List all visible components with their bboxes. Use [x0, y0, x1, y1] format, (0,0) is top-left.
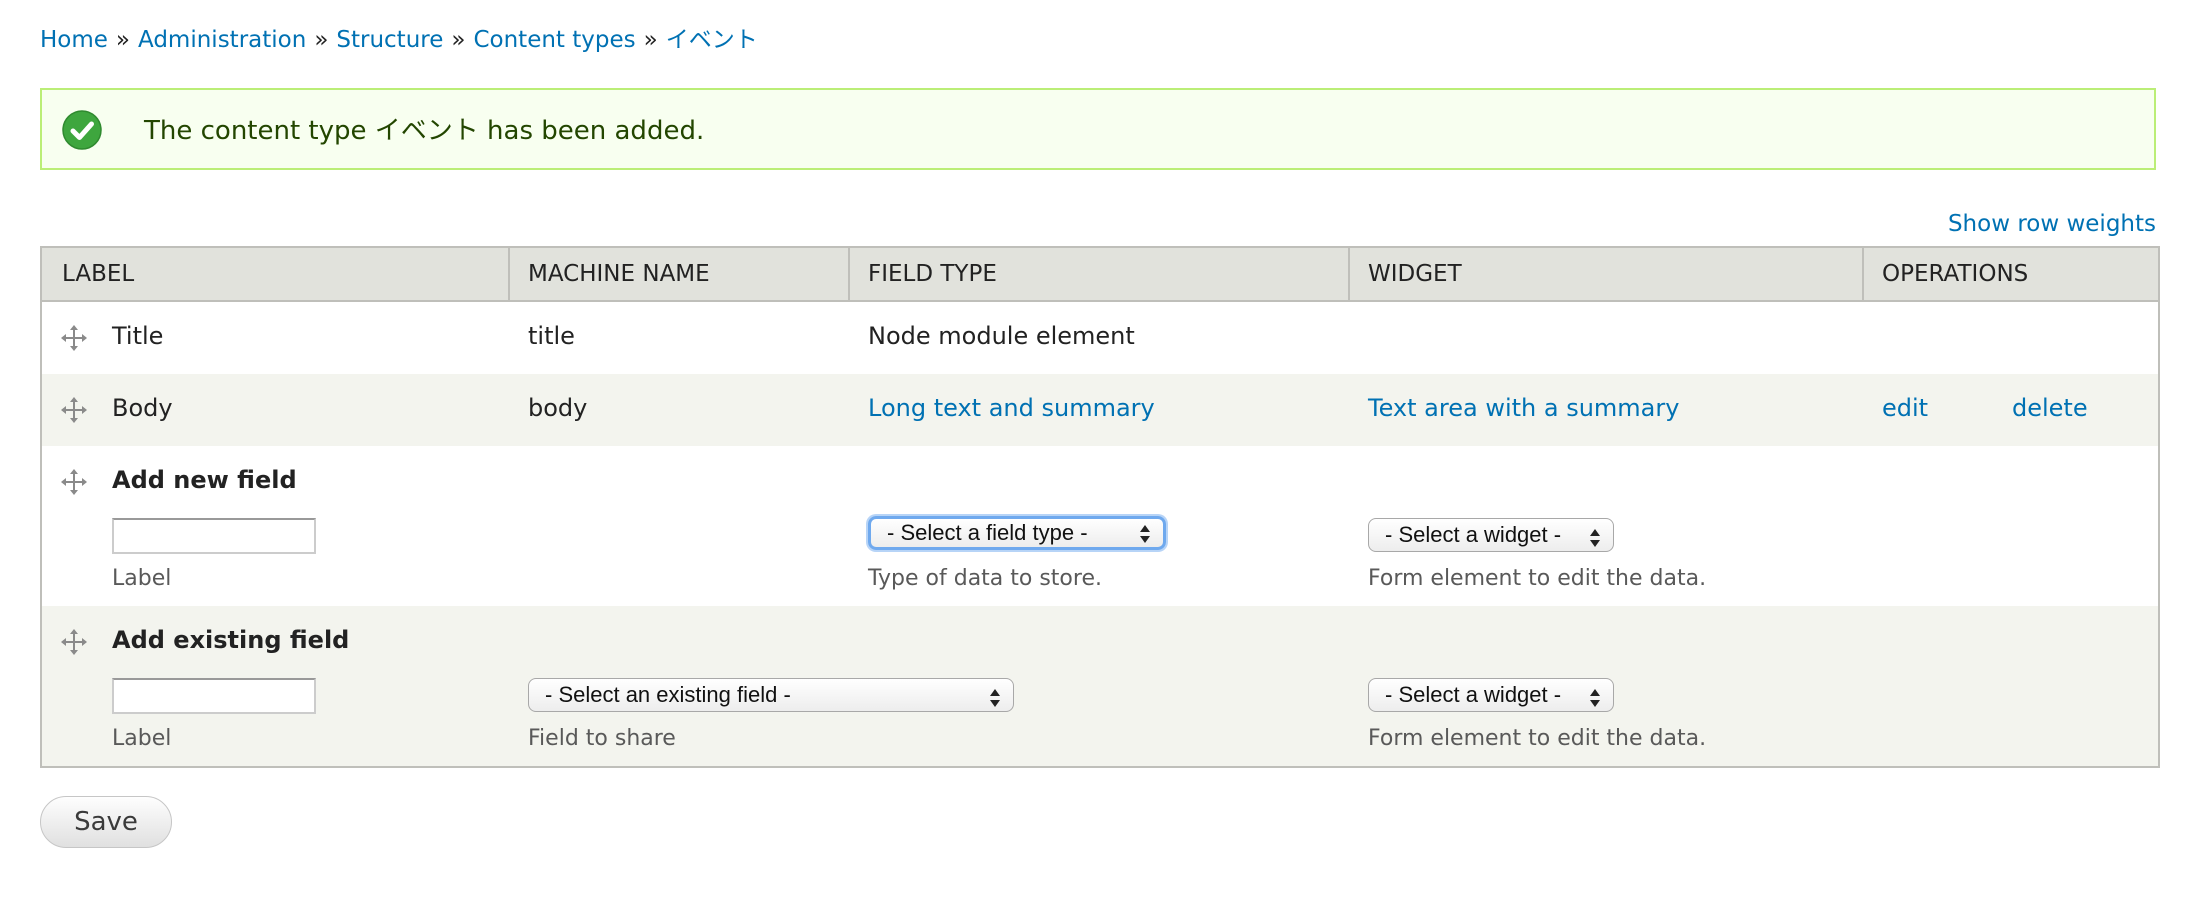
select-arrows-icon	[1589, 685, 1601, 707]
existing-field-label-input[interactable]	[112, 678, 316, 714]
header-widget: WIDGET	[1368, 261, 1462, 287]
row-machine-name: title	[528, 322, 575, 350]
row-machine-name: body	[528, 394, 588, 422]
row-label: Body	[112, 394, 173, 422]
existing-field-widget-select[interactable]: - Select a widget -	[1368, 678, 1614, 712]
column-divider	[508, 248, 510, 300]
drag-handle-icon[interactable]	[60, 396, 88, 424]
select-arrows-icon	[1589, 525, 1601, 547]
table-header: LABEL MACHINE NAME FIELD TYPE WIDGET OPE…	[42, 248, 2158, 302]
drag-handle-icon[interactable]	[60, 324, 88, 352]
status-message: The content type イベント has been added.	[40, 88, 2156, 170]
existing-field-select[interactable]: - Select an existing field -	[528, 678, 1014, 712]
breadcrumb-structure[interactable]: Structure	[336, 27, 443, 53]
row-label: Title	[112, 322, 164, 350]
check-circle-icon	[62, 110, 102, 150]
table-row: Body body Long text and summary Text are…	[42, 374, 2158, 446]
breadcrumb-content-types[interactable]: Content types	[473, 27, 635, 53]
save-button[interactable]: Save	[40, 796, 172, 848]
widget-select-value: - Select a widget -	[1385, 522, 1562, 547]
row-field-type: Node module element	[868, 322, 1135, 350]
fields-table: LABEL MACHINE NAME FIELD TYPE WIDGET OPE…	[40, 246, 2160, 768]
widget-link[interactable]: Text area with a summary	[1368, 392, 1679, 424]
existing-field-description: Field to share	[528, 726, 676, 751]
column-divider	[1348, 248, 1350, 300]
add-new-field-row: Add new field Label - Select a field typ…	[42, 446, 2158, 606]
add-existing-field-row: Add existing field Label - Select an exi…	[42, 606, 2158, 766]
new-field-label-description: Label	[112, 566, 172, 591]
status-message-text: The content type イベント has been added.	[144, 116, 705, 146]
header-field-type: FIELD TYPE	[868, 261, 997, 287]
header-machine-name: MACHINE NAME	[528, 261, 710, 287]
show-row-weights-link[interactable]: Show row weights	[1948, 208, 2156, 240]
existing-field-widget-description: Form element to edit the data.	[1368, 726, 1707, 751]
field-type-select-value: - Select a field type -	[887, 520, 1088, 545]
field-type-link[interactable]: Long text and summary	[868, 392, 1155, 424]
header-label: LABEL	[62, 261, 135, 287]
breadcrumb-separator: »	[643, 27, 658, 53]
breadcrumb-separator: »	[115, 27, 130, 53]
new-field-widget-select[interactable]: - Select a widget -	[1368, 518, 1614, 552]
column-divider	[848, 248, 850, 300]
breadcrumb-separator: »	[314, 27, 329, 53]
breadcrumb-current[interactable]: イベント	[666, 27, 758, 53]
drag-handle-icon[interactable]	[60, 628, 88, 656]
add-existing-field-title: Add existing field	[112, 626, 350, 654]
breadcrumb: Home » Administration » Structure » Content ty…	[40, 24, 758, 56]
select-arrows-icon	[989, 685, 1001, 707]
existing-field-label-description: Label	[112, 726, 172, 751]
edit-link[interactable]: edit	[1882, 392, 1928, 424]
field-type-select[interactable]: - Select a field type -	[868, 516, 1166, 550]
new-field-label-input[interactable]	[112, 518, 316, 554]
drag-handle-icon[interactable]	[60, 468, 88, 496]
breadcrumb-home[interactable]: Home	[40, 27, 108, 53]
add-new-field-title: Add new field	[112, 466, 297, 494]
table-row: Title title Node module element	[42, 302, 2158, 374]
new-field-widget-description: Form element to edit the data.	[1368, 566, 1707, 591]
breadcrumb-separator: »	[451, 27, 466, 53]
field-type-description: Type of data to store.	[868, 566, 1102, 591]
header-operations: OPERATIONS	[1882, 261, 2029, 287]
widget-select-value: - Select a widget -	[1385, 682, 1562, 707]
existing-field-select-value: - Select an existing field -	[545, 682, 791, 707]
select-arrows-icon	[1139, 523, 1151, 543]
breadcrumb-administration[interactable]: Administration	[138, 27, 306, 53]
delete-link[interactable]: delete	[2012, 392, 2088, 424]
column-divider	[1862, 248, 1864, 300]
